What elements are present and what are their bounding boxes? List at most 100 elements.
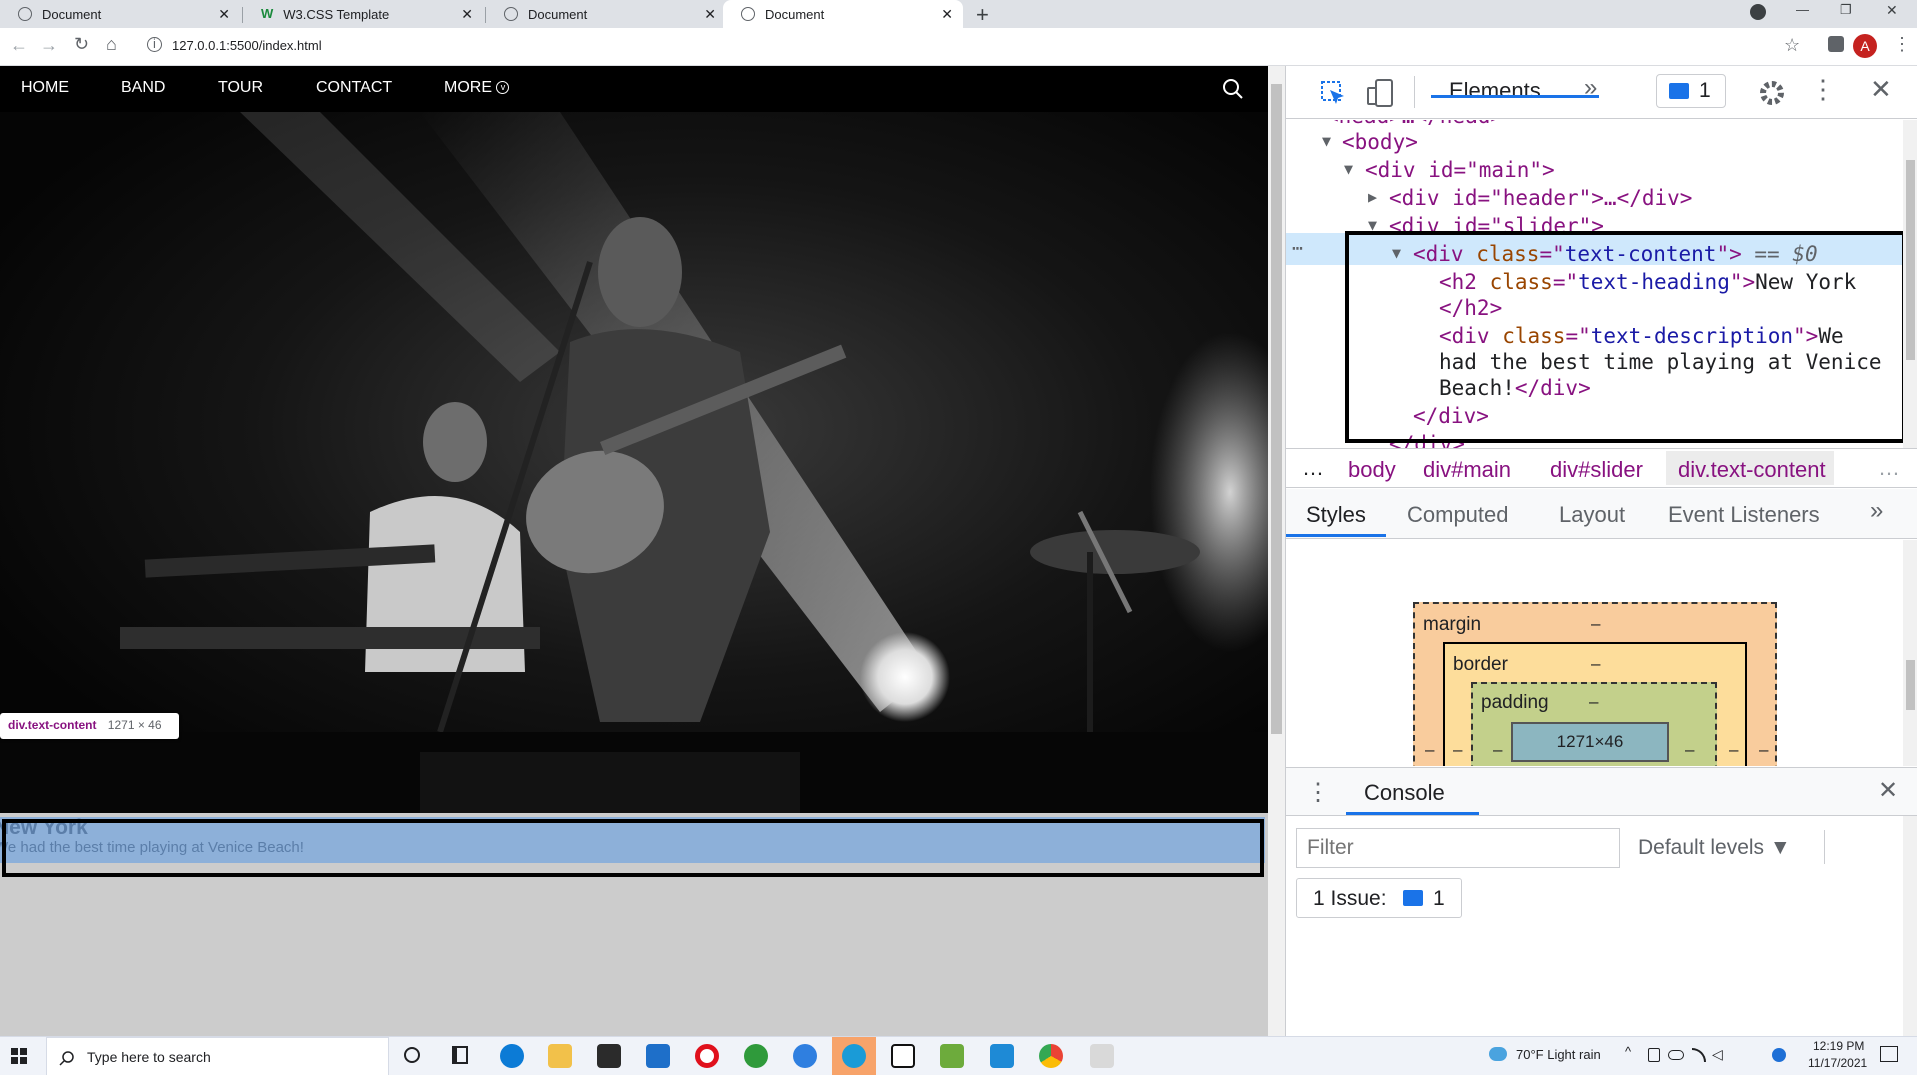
breadcrumb-body[interactable]: body <box>1348 457 1396 483</box>
more-tabs-chevron-icon[interactable]: » <box>1870 497 1883 525</box>
clock-date[interactable]: 11/17/2021 <box>1808 1056 1867 1070</box>
customize-menu-icon[interactable]: ⋮ <box>1810 74 1836 105</box>
padding-top-value[interactable]: – <box>1589 692 1598 712</box>
console-scrollbar[interactable] <box>1903 816 1917 1037</box>
styles-scroll-thumb[interactable] <box>1906 660 1915 710</box>
back-arrow-icon[interactable]: ← <box>10 35 28 56</box>
dom-node-body[interactable]: <body> <box>1342 130 1418 154</box>
nav-home[interactable]: HOME <box>21 79 69 97</box>
nav-band[interactable]: BAND <box>121 79 165 97</box>
menu-kebab-icon[interactable]: ⋮ <box>1893 34 1911 55</box>
nav-contact[interactable]: CONTACT <box>316 79 392 97</box>
volume-icon[interactable]: ◁ <box>1712 1046 1723 1063</box>
breadcrumb-text-content[interactable]: div.text-content <box>1678 457 1826 483</box>
nav-tour[interactable]: TOUR <box>218 79 263 97</box>
address-bar-url[interactable]: 127.0.0.1:5500/index.html <box>172 38 322 53</box>
node-actions-ellipsis-icon[interactable]: ⋯ <box>1292 238 1303 259</box>
close-tab-icon[interactable]: ✕ <box>704 6 716 23</box>
dom-node-head[interactable]: <head>…</head> <box>1326 120 1503 128</box>
box-model-content-size[interactable]: 1271×46 <box>1511 722 1669 762</box>
weather-text[interactable]: 70°F Light rain <box>1516 1047 1601 1062</box>
site-info-icon[interactable]: i <box>147 37 162 52</box>
breadcrumb-overflow-left[interactable]: … <box>1302 455 1324 481</box>
margin-left-value[interactable]: – <box>1425 740 1434 760</box>
padding-right-value[interactable]: – <box>1685 740 1694 760</box>
skype-icon[interactable] <box>842 1044 866 1068</box>
close-tab-icon[interactable]: ✕ <box>218 6 230 23</box>
search-icon[interactable] <box>1222 78 1244 100</box>
tab-styles[interactable]: Styles <box>1306 502 1366 528</box>
breadcrumb-slider[interactable]: div#slider <box>1550 457 1643 483</box>
reload-icon[interactable]: ↻ <box>74 34 89 55</box>
log-levels-dropdown[interactable]: Default levels ▼ <box>1638 836 1791 860</box>
tab-elements[interactable]: Elements <box>1449 78 1541 104</box>
network-status-icon[interactable] <box>1772 1048 1786 1062</box>
expand-triangle-icon[interactable]: ▼ <box>1344 160 1353 178</box>
minimize-button[interactable]: — <box>1796 2 1809 17</box>
dom-node-header[interactable]: <div id="header">…</div> <box>1389 186 1692 210</box>
store-icon[interactable] <box>597 1044 621 1068</box>
console-filter-input[interactable] <box>1296 828 1620 868</box>
close-devtools-icon[interactable]: ✕ <box>1870 74 1892 105</box>
tray-chevron-icon[interactable]: ^ <box>1625 1044 1631 1059</box>
settings-gear-icon[interactable] <box>1758 79 1786 107</box>
close-drawer-icon[interactable]: ✕ <box>1878 776 1898 805</box>
collapse-triangle-icon[interactable]: ▶ <box>1368 188 1377 206</box>
breadcrumb-overflow-right[interactable]: … <box>1878 455 1900 481</box>
tab-document-2[interactable]: Document ✕ <box>486 0 726 28</box>
dom-scrollbar[interactable] <box>1903 120 1917 448</box>
issues-counter-button[interactable]: 1 <box>1656 74 1726 108</box>
paint-icon[interactable] <box>1090 1044 1114 1068</box>
cortana-icon[interactable] <box>404 1047 420 1063</box>
taskbar-search-box[interactable]: Type here to search <box>46 1037 389 1075</box>
expand-triangle-icon[interactable]: ▼ <box>1322 132 1331 150</box>
file-explorer-icon[interactable] <box>548 1044 572 1068</box>
mail-icon[interactable] <box>646 1044 670 1068</box>
styles-scrollbar[interactable] <box>1903 540 1917 766</box>
forward-arrow-icon[interactable]: → <box>40 35 58 56</box>
padding-left-value[interactable]: – <box>1493 740 1502 760</box>
vscode-icon[interactable] <box>990 1044 1014 1068</box>
tab-console[interactable]: Console <box>1364 780 1445 806</box>
windows-start-icon[interactable] <box>11 1048 27 1064</box>
tab-computed[interactable]: Computed <box>1407 502 1509 528</box>
inspect-element-icon[interactable] <box>1320 80 1346 106</box>
page-scrollbar[interactable] <box>1268 66 1285 1036</box>
tab-document-active[interactable]: Document ✕ <box>723 0 963 28</box>
border-top-value[interactable]: – <box>1591 654 1600 674</box>
zalo-icon[interactable] <box>793 1044 817 1068</box>
greenshot-icon[interactable] <box>940 1044 964 1068</box>
utorrent-icon[interactable] <box>744 1044 768 1068</box>
tab-w3css-template[interactable]: W W3.CSS Template ✕ <box>243 0 483 28</box>
dom-node-main[interactable]: <div id="main"> <box>1365 158 1555 182</box>
profile-avatar[interactable]: A <box>1853 34 1877 58</box>
tab-layout[interactable]: Layout <box>1559 502 1625 528</box>
margin-right-value[interactable]: – <box>1759 740 1768 760</box>
issues-button[interactable]: 1 Issue: 1 <box>1296 878 1462 918</box>
breadcrumb-main[interactable]: div#main <box>1423 457 1511 483</box>
drawer-menu-icon[interactable]: ⋮ <box>1306 778 1330 807</box>
more-tabs-chevron-icon[interactable]: » <box>1584 74 1597 102</box>
maximize-button[interactable]: ❐ <box>1840 2 1852 18</box>
onedrive-icon[interactable] <box>1668 1050 1684 1060</box>
chrome-icon[interactable] <box>1039 1044 1063 1068</box>
new-tab-button[interactable]: + <box>976 2 989 28</box>
battery-icon[interactable] <box>1648 1048 1660 1062</box>
close-window-button[interactable]: ✕ <box>1886 2 1898 19</box>
task-view-icon[interactable] <box>452 1046 468 1064</box>
edge-icon[interactable] <box>500 1044 524 1068</box>
opera-icon[interactable] <box>695 1044 719 1068</box>
extensions-icon[interactable] <box>1828 36 1844 52</box>
clock-time[interactable]: 12:19 PM <box>1813 1039 1864 1053</box>
close-tab-icon[interactable]: ✕ <box>461 6 473 23</box>
border-left-value[interactable]: – <box>1453 740 1462 760</box>
border-right-value[interactable]: – <box>1729 740 1738 760</box>
nav-more[interactable]: MORE v <box>444 79 510 97</box>
page-scroll-thumb[interactable] <box>1271 84 1282 734</box>
notifications-icon[interactable] <box>1880 1046 1898 1062</box>
tab-search-icon[interactable] <box>1750 4 1766 20</box>
notion-icon[interactable] <box>891 1044 915 1068</box>
close-tab-icon[interactable]: ✕ <box>941 6 953 23</box>
home-icon[interactable]: ⌂ <box>106 34 117 55</box>
bookmark-star-icon[interactable]: ☆ <box>1784 35 1800 56</box>
